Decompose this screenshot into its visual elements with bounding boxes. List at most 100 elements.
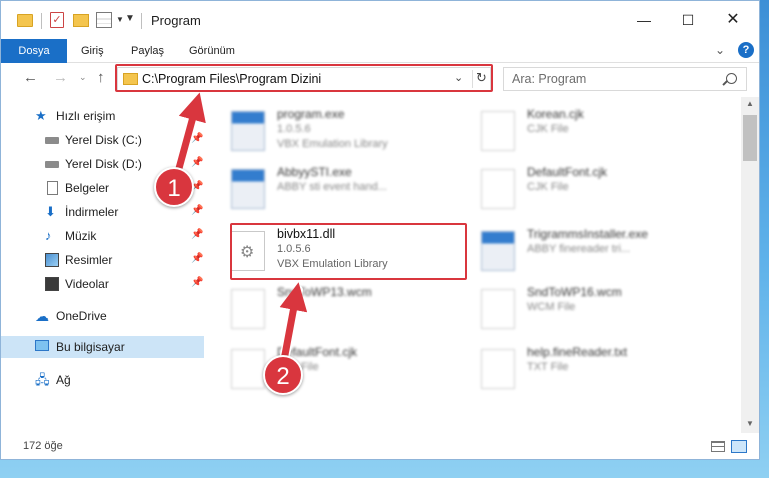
file-description: VBX Emulation Library [277, 138, 388, 150]
folder-icon [17, 14, 33, 27]
minimize-button[interactable]: — [631, 9, 657, 31]
scroll-up-icon[interactable]: ▲ [746, 99, 754, 108]
sidebar-item-label: Bu bilgisayar [56, 340, 125, 354]
search-icon[interactable] [726, 73, 737, 84]
disk-icon [45, 137, 59, 144]
expand-ribbon-icon[interactable]: ⌄ [715, 43, 725, 57]
sidebar-item-network[interactable]: 🖧 Ağ [1, 369, 204, 391]
exe-file-icon [481, 231, 515, 271]
close-button[interactable]: ✕ [720, 9, 746, 31]
tab-share[interactable]: Paylaş [121, 39, 174, 63]
exe-file-icon [231, 169, 265, 209]
recent-locations-icon[interactable]: ⌄ [79, 72, 87, 83]
step-badge-1: 1 [154, 167, 194, 207]
scroll-thumb[interactable] [743, 115, 757, 161]
pin-icon[interactable]: 📌 [191, 205, 203, 216]
divider [141, 13, 142, 29]
up-arrow-icon[interactable]: ↑ [97, 69, 105, 86]
list-item[interactable]: DefaultFont.cjk CJK File [457, 163, 697, 219]
list-item[interactable]: Korean.cjk CJK File [457, 105, 697, 161]
maximize-button[interactable]: ☐ [675, 9, 701, 31]
pin-icon[interactable]: 📌 [191, 133, 203, 144]
tab-file[interactable]: Dosya [1, 39, 67, 63]
pin-icon[interactable]: 📌 [191, 277, 203, 288]
file-type: TXT File [527, 361, 569, 373]
network-icon: 🖧 [35, 372, 50, 387]
file-name: TrigrammsInstaller.exe [527, 227, 648, 241]
sidebar-item-this-pc[interactable]: Bu bilgisayar [1, 336, 204, 358]
exe-file-icon [231, 111, 265, 151]
help-button[interactable]: ? [738, 42, 754, 58]
file-icon [231, 289, 265, 329]
documents-icon [47, 181, 58, 195]
address-highlight-box [115, 64, 493, 92]
file-name: program.exe [277, 107, 345, 121]
tab-home[interactable]: Giriş [71, 39, 114, 63]
pictures-icon [45, 253, 59, 267]
list-item[interactable]: SndToWP16.wcm WCM File [457, 283, 697, 339]
sidebar-item-label: Hızlı erişim [56, 109, 116, 123]
tab-view[interactable]: Görünüm [179, 39, 245, 63]
sidebar-item-onedrive[interactable]: ☁ OneDrive [1, 305, 204, 327]
divider [41, 13, 42, 29]
sidebar-item-label: Müzik [65, 229, 97, 243]
cloud-icon: ☁ [35, 308, 49, 324]
list-item[interactable]: SndToWP13.wcm [207, 283, 447, 339]
computer-icon [35, 340, 49, 351]
list-item[interactable]: program.exe 1.0.5.6 VBX Emulation Librar… [207, 105, 447, 161]
sidebar-item-label: Belgeler [65, 181, 110, 195]
file-icon [481, 349, 515, 389]
file-type: WCM File [527, 301, 576, 313]
item-count: 172 öğe [23, 440, 63, 452]
list-item[interactable]: help.fineReader.txt TXT File [457, 343, 697, 399]
customize-toolbar-icon[interactable]: ▼ [125, 13, 135, 24]
file-icon [481, 289, 515, 329]
window-title: Program [151, 13, 201, 28]
list-item[interactable]: AbbyySTI.exe ABBY sti event hand... [207, 163, 447, 219]
sidebar-item-music[interactable]: ♪ Müzik 📌 [1, 225, 204, 247]
properties-icon[interactable] [96, 12, 112, 28]
file-name: SndToWP13.wcm [277, 285, 372, 299]
chevron-down-icon[interactable]: ▼ [116, 15, 124, 24]
videos-icon [45, 277, 59, 291]
navigation-pane: ★ Hızlı erişim Yerel Disk (C:) 📌 Yerel D… [1, 97, 206, 433]
pin-icon[interactable]: 📌 [191, 157, 203, 168]
new-folder-icon[interactable] [73, 14, 89, 27]
step-badge-2: 2 [263, 355, 303, 395]
vertical-scrollbar[interactable]: ▲ ▼ [741, 97, 759, 433]
list-item[interactable]: TrigrammsInstaller.exe ABBY finereader t… [457, 225, 697, 281]
details-view-icon[interactable] [711, 441, 725, 452]
file-name: AbbyySTI.exe [277, 165, 352, 179]
file-name: SndToWP16.wcm [527, 285, 622, 299]
file-description: ABBY sti event hand... [277, 181, 387, 193]
file-name: DefaultFont.cjk [527, 165, 608, 179]
pin-icon[interactable]: 📌 [191, 229, 203, 240]
file-icon [481, 169, 515, 209]
sidebar-item-label: Ağ [56, 373, 71, 387]
pin-icon[interactable]: 📌 [191, 253, 203, 264]
file-name: Korean.cjk [527, 107, 584, 121]
back-arrow-icon[interactable]: ← [23, 69, 38, 86]
file-icon [231, 349, 265, 389]
sidebar-item-label: Resimler [65, 253, 113, 267]
status-bar: 172 öğe [1, 433, 759, 459]
sidebar-item-label: İndirmeler [65, 205, 119, 219]
search-box[interactable]: Ara: Program [503, 67, 747, 91]
forward-arrow-icon[interactable]: → [53, 69, 68, 86]
file-description: ABBY finereader tri... [527, 243, 631, 255]
sidebar-item-disk-c[interactable]: Yerel Disk (C:) 📌 [1, 129, 204, 151]
search-input[interactable]: Ara: Program [512, 72, 586, 86]
tiles-view-icon[interactable] [731, 440, 747, 453]
sidebar-item-quick-access[interactable]: ★ Hızlı erişim [1, 105, 204, 127]
file-type: CJK File [527, 123, 569, 135]
properties-check-icon[interactable]: ✓ [50, 12, 64, 28]
sidebar-item-videos[interactable]: Videolar 📌 [1, 273, 204, 295]
sidebar-item-label: Videolar [65, 277, 109, 291]
scroll-down-icon[interactable]: ▼ [746, 419, 754, 428]
sidebar-item-label: Yerel Disk (C:) [65, 133, 142, 147]
sidebar-item-label: Yerel Disk (D:) [65, 157, 142, 171]
sidebar-item-pictures[interactable]: Resimler 📌 [1, 249, 204, 271]
list-item[interactable]: DefaultFont.cjk CJK File [207, 343, 447, 399]
sidebar-item-label: OneDrive [56, 309, 107, 323]
ribbon-tabs: Dosya Giriş Paylaş Görünüm ⌄ ? [1, 39, 759, 63]
